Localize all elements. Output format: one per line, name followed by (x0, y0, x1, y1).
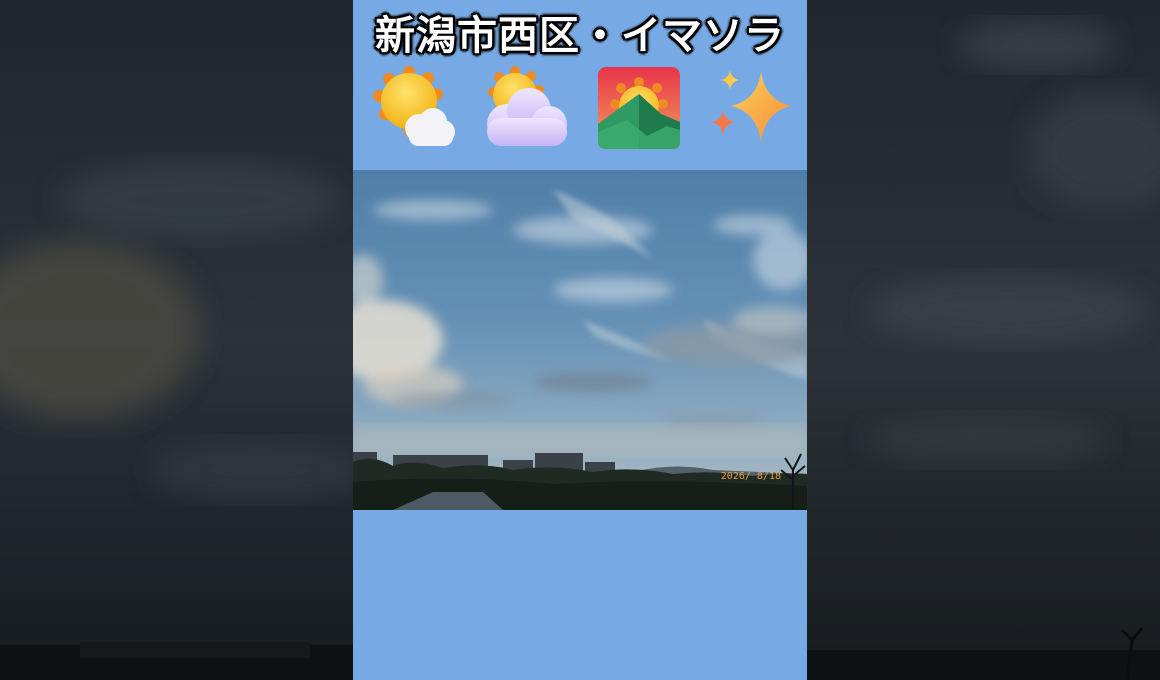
sun-behind-large-cloud-icon (485, 66, 569, 150)
sun-behind-small-cloud-icon (373, 66, 457, 150)
center-panel: 新潟市西区・イマソラ 2026/ 8/18 (353, 0, 807, 680)
background-blur-right (807, 0, 1160, 680)
sunrise-over-mountains-icon (597, 66, 681, 150)
sky-photo: 2026/ 8/18 (353, 170, 807, 510)
page-title: 新潟市西区・イマソラ (375, 12, 785, 59)
background-blur-left (0, 0, 353, 680)
date-stamp: 2026/ 8/18 (720, 471, 781, 482)
sparkles-icon (709, 66, 793, 150)
weather-icon-row (353, 66, 807, 152)
